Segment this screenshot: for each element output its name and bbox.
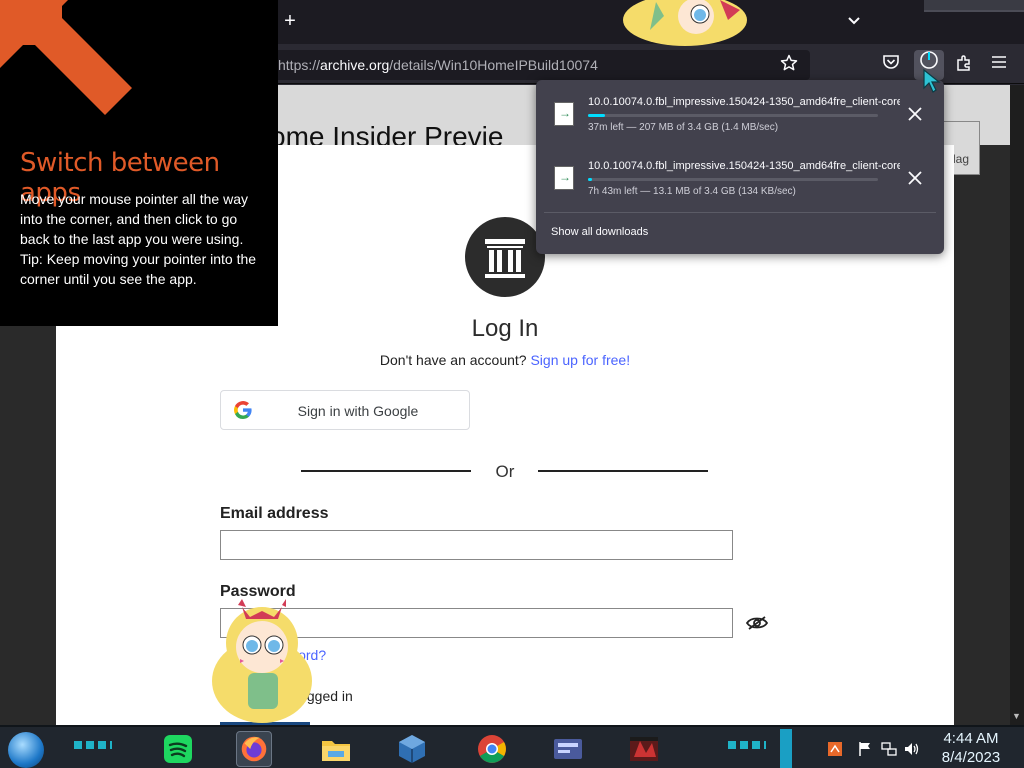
- chevron-down-icon: [848, 17, 860, 25]
- signup-link[interactable]: Sign up for free!: [530, 352, 630, 368]
- taskbar: 4:44 AM 8/4/2023: [0, 725, 1024, 768]
- media-center-icon[interactable]: [550, 731, 586, 767]
- no-account-text: Don't have an account? Sign up for free!: [56, 352, 954, 368]
- show-all-downloads-link[interactable]: Show all downloads: [551, 226, 648, 238]
- cancel-download-close-icon[interactable]: [906, 106, 924, 124]
- scroll-down-arrow-icon[interactable]: ▼: [1012, 711, 1021, 721]
- game-icon[interactable]: [626, 731, 662, 767]
- tip-body: Move your mouse pointer all the way into…: [20, 189, 270, 289]
- download-progress-bar: [588, 178, 878, 181]
- email-field[interactable]: [220, 530, 733, 560]
- file-download-icon: [554, 166, 574, 190]
- action-center-flag-icon[interactable]: [857, 741, 873, 757]
- no-account-label: Don't have an account?: [379, 352, 527, 368]
- tip-instructions: Move your mouse pointer all the way into…: [20, 191, 248, 247]
- downloads-panel: 10.0.10074.0.fbl_impressive.150424-1350_…: [536, 80, 944, 254]
- google-signin-button[interactable]: Sign in with Google: [220, 390, 470, 430]
- download-item[interactable]: 10.0.10074.0.fbl_impressive.150424-1350_…: [536, 144, 944, 206]
- window-frame-decoration: [924, 0, 1024, 12]
- archive-logo-icon: [465, 217, 545, 297]
- url-host: archive.org: [320, 57, 390, 73]
- corner-arrow-icon: [0, 0, 132, 115]
- download-status: 37m left — 207 MB of 3.4 GB (1.4 MB/sec): [588, 122, 779, 133]
- app-tray-icon[interactable]: [827, 741, 843, 757]
- menu-hamburger-icon[interactable]: [988, 54, 1010, 76]
- start-button-orb-icon[interactable]: [8, 732, 44, 768]
- tip-extra: Tip: Keep moving your pointer into the c…: [20, 251, 257, 287]
- windows-tip-panel: Switch between apps Move your mouse poin…: [0, 0, 278, 326]
- url-scheme: https://: [278, 57, 321, 73]
- page-scrollbar[interactable]: ▼: [1010, 85, 1024, 725]
- url-text[interactable]: https://archive.org/details/Win10HomeIPB…: [278, 57, 598, 73]
- download-filename: 10.0.10074.0.fbl_impressive.150424-1350_…: [588, 96, 900, 108]
- flag-label: lag: [952, 152, 969, 166]
- character-sticker-top-image: [620, 0, 750, 46]
- firefox-icon[interactable]: [236, 731, 272, 767]
- bookmark-star-icon[interactable]: [778, 54, 800, 76]
- or-separator: Or: [495, 462, 515, 481]
- download-progress-icon: [920, 51, 938, 69]
- show-password-eye-icon[interactable]: [745, 615, 769, 631]
- url-bar[interactable]: https://archive.org/details/Win10HomeIPB…: [262, 50, 810, 80]
- file-explorer-icon[interactable]: [318, 731, 354, 767]
- download-progress-bar: [588, 114, 878, 117]
- url-path: /details/Win10HomeIPBuild10074: [389, 57, 598, 73]
- spotify-icon[interactable]: [160, 731, 196, 767]
- divider-right: [538, 470, 708, 472]
- file-download-icon: [554, 102, 574, 126]
- clock-time: 4:44 AM: [943, 730, 999, 747]
- download-filename: 10.0.10074.0.fbl_impressive.150424-1350_…: [588, 160, 900, 172]
- taskbar-clock[interactable]: 4:44 AM 8/4/2023: [930, 729, 1012, 767]
- download-progress-fill: [588, 114, 606, 117]
- list-all-tabs-button[interactable]: [844, 10, 864, 32]
- taskbar-accent-bar[interactable]: [780, 729, 792, 768]
- clock-date: 8/4/2023: [941, 749, 1001, 766]
- downloads-divider: [544, 212, 936, 213]
- new-tab-button[interactable]: +: [280, 10, 300, 32]
- google-signin-label: Sign in with Google: [297, 403, 419, 419]
- virtualbox-icon[interactable]: [394, 731, 430, 767]
- taskbar-decoration: [728, 741, 766, 749]
- network-icon[interactable]: [881, 741, 897, 757]
- download-status: 7h 43m left — 13.1 MB of 3.4 GB (134 KB/…: [588, 186, 796, 197]
- cancel-download-close-icon[interactable]: [906, 170, 924, 188]
- download-progress-fill: [588, 178, 593, 181]
- character-sticker-image: [210, 597, 320, 725]
- chrome-icon[interactable]: [474, 731, 510, 767]
- download-item[interactable]: 10.0.10074.0.fbl_impressive.150424-1350_…: [536, 80, 944, 142]
- taskbar-decoration: [74, 741, 112, 749]
- pocket-icon[interactable]: [880, 54, 902, 76]
- mouse-pointer-icon: [922, 68, 944, 94]
- volume-icon[interactable]: [904, 741, 920, 757]
- extensions-icon[interactable]: [953, 54, 975, 76]
- email-label: Email address: [220, 505, 329, 522]
